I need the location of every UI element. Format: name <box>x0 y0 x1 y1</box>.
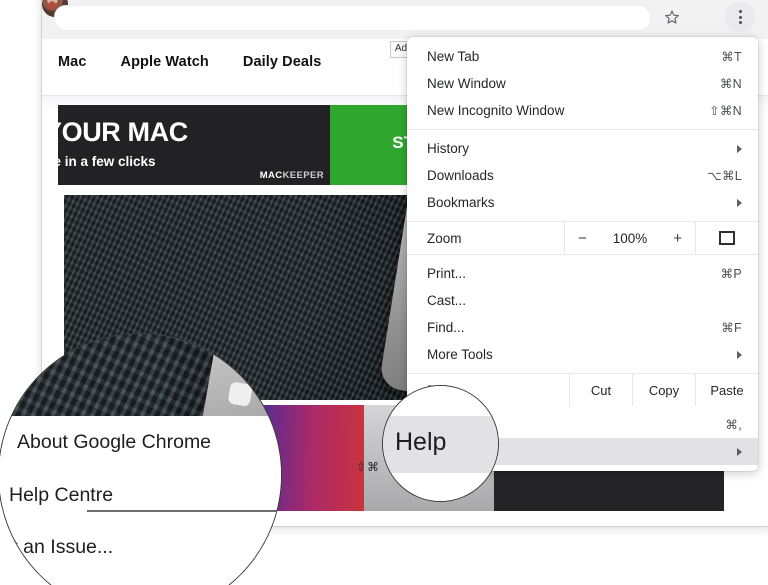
magnifier-small-bottom <box>383 473 498 501</box>
menu-item-shortcut: ⌘N <box>719 77 742 91</box>
zoom-label: Zoom <box>427 230 462 246</box>
menu-item-shortcut: ⌘, <box>725 418 742 432</box>
menu-item-label: Cast... <box>427 293 467 308</box>
magnified-knit-background <box>0 334 281 456</box>
menu-dot <box>738 9 742 13</box>
menu-item-more-tools[interactable]: More Tools <box>407 341 758 368</box>
ad-headline: YOUR MAC <box>58 117 188 147</box>
ad-dark-panel: YOUR MAC ce in a few clicks MACKEEPER <box>58 105 330 185</box>
submenu-item-report-an-issue[interactable]: ort an Issue... <box>0 536 113 559</box>
submenu-arrow-icon <box>737 447 742 456</box>
menu-item-new-incognito-window[interactable]: New Incognito Window ⇧⌘N <box>407 97 758 124</box>
zoom-controls: − 100% + <box>564 222 695 254</box>
menu-item-shortcut: ⌘F <box>721 321 742 335</box>
menu-item-bookmarks[interactable]: Bookmarks <box>407 189 758 216</box>
menu-item-cast[interactable]: Cast... <box>407 287 758 314</box>
menu-item-history[interactable]: History <box>407 135 758 162</box>
menu-item-label: New Window <box>427 76 506 91</box>
menu-dot <box>738 21 742 25</box>
address-bar[interactable] <box>54 5 651 31</box>
menu-item-shortcut: ⌥⌘L <box>707 169 742 183</box>
magnified-app-icon <box>229 345 256 371</box>
nav-item-mac[interactable]: Mac <box>58 54 87 70</box>
magnifier-small: Help <box>382 385 499 502</box>
submenu-arrow-icon <box>737 350 742 359</box>
submenu-item-help-centre[interactable]: Help Centre <box>9 484 113 507</box>
submenu-arrow-icon <box>737 198 742 207</box>
menu-item-label: Print... <box>427 266 467 281</box>
menu-item-label: Bookmarks <box>427 195 495 210</box>
submenu-item-about-google-chrome[interactable]: About Google Chrome <box>17 431 211 454</box>
menu-item-new-window[interactable]: New Window ⌘N <box>407 70 758 97</box>
menu-item-new-tab[interactable]: New Tab ⌘T <box>407 43 758 70</box>
submenu-arrow-icon <box>737 144 742 153</box>
browser-toolbar <box>42 0 768 40</box>
menu-item-find[interactable]: Find... ⌘F <box>407 314 758 341</box>
magnified-app-icon <box>264 355 281 381</box>
menu-item-label: New Incognito Window <box>427 103 565 118</box>
nav-item-daily-deals[interactable]: Daily Deals <box>243 54 321 70</box>
menu-item-downloads[interactable]: Downloads ⌥⌘L <box>407 162 758 189</box>
nav-item-apple-watch[interactable]: Apple Watch <box>121 54 209 70</box>
fullscreen-icon <box>719 231 735 245</box>
menu-item-label: Downloads <box>427 168 494 183</box>
menu-separator <box>407 129 758 130</box>
magnifier-large: About Google Chrome Help Centre ort an I… <box>0 333 282 585</box>
menu-item-print[interactable]: Print... ⌘P <box>407 260 758 287</box>
magnifier-large-content: About Google Chrome Help Centre ort an I… <box>0 334 281 585</box>
zoom-out-button[interactable]: − <box>578 230 587 247</box>
zoom-in-button[interactable]: + <box>673 230 682 247</box>
bookmark-star-icon[interactable] <box>658 3 686 31</box>
magnified-divider <box>87 510 281 512</box>
menu-item-label: More Tools <box>427 347 493 362</box>
menu-dot <box>738 15 742 19</box>
menu-item-shortcut: ⌘P <box>720 267 742 281</box>
menu-item-label: Find... <box>427 320 465 335</box>
paste-button[interactable]: Paste <box>695 374 758 406</box>
ad-subline: ce in a few clicks <box>58 154 156 169</box>
menu-item-shortcut: ⌘T <box>721 50 742 64</box>
zoom-level-value: 100% <box>612 230 648 246</box>
cut-button[interactable]: Cut <box>569 374 632 406</box>
magnified-app-icon <box>227 381 253 407</box>
copy-button[interactable]: Copy <box>632 374 695 406</box>
ad-brand: MACKEEPER <box>260 170 324 181</box>
menu-row-zoom: Zoom − 100% + <box>407 221 758 255</box>
screenshot-stage: Mac Apple Watch Daily Deals YOUR MAC ce … <box>0 0 768 585</box>
magnified-help-label: Help <box>395 428 447 456</box>
ad-brand-suffix: KEEPER <box>282 170 324 181</box>
magnifier-small-top <box>383 386 498 416</box>
menu-item-label: History <box>427 141 470 156</box>
fullscreen-button[interactable] <box>695 222 758 254</box>
menu-item-label: New Tab <box>427 49 480 64</box>
keyboard-shortcut-hint: ⇧⌘ <box>356 460 381 474</box>
three-dot-menu-icon[interactable] <box>725 2 755 32</box>
ad-brand-prefix: MAC <box>259 170 283 181</box>
menu-item-shortcut: ⇧⌘N <box>709 104 742 118</box>
